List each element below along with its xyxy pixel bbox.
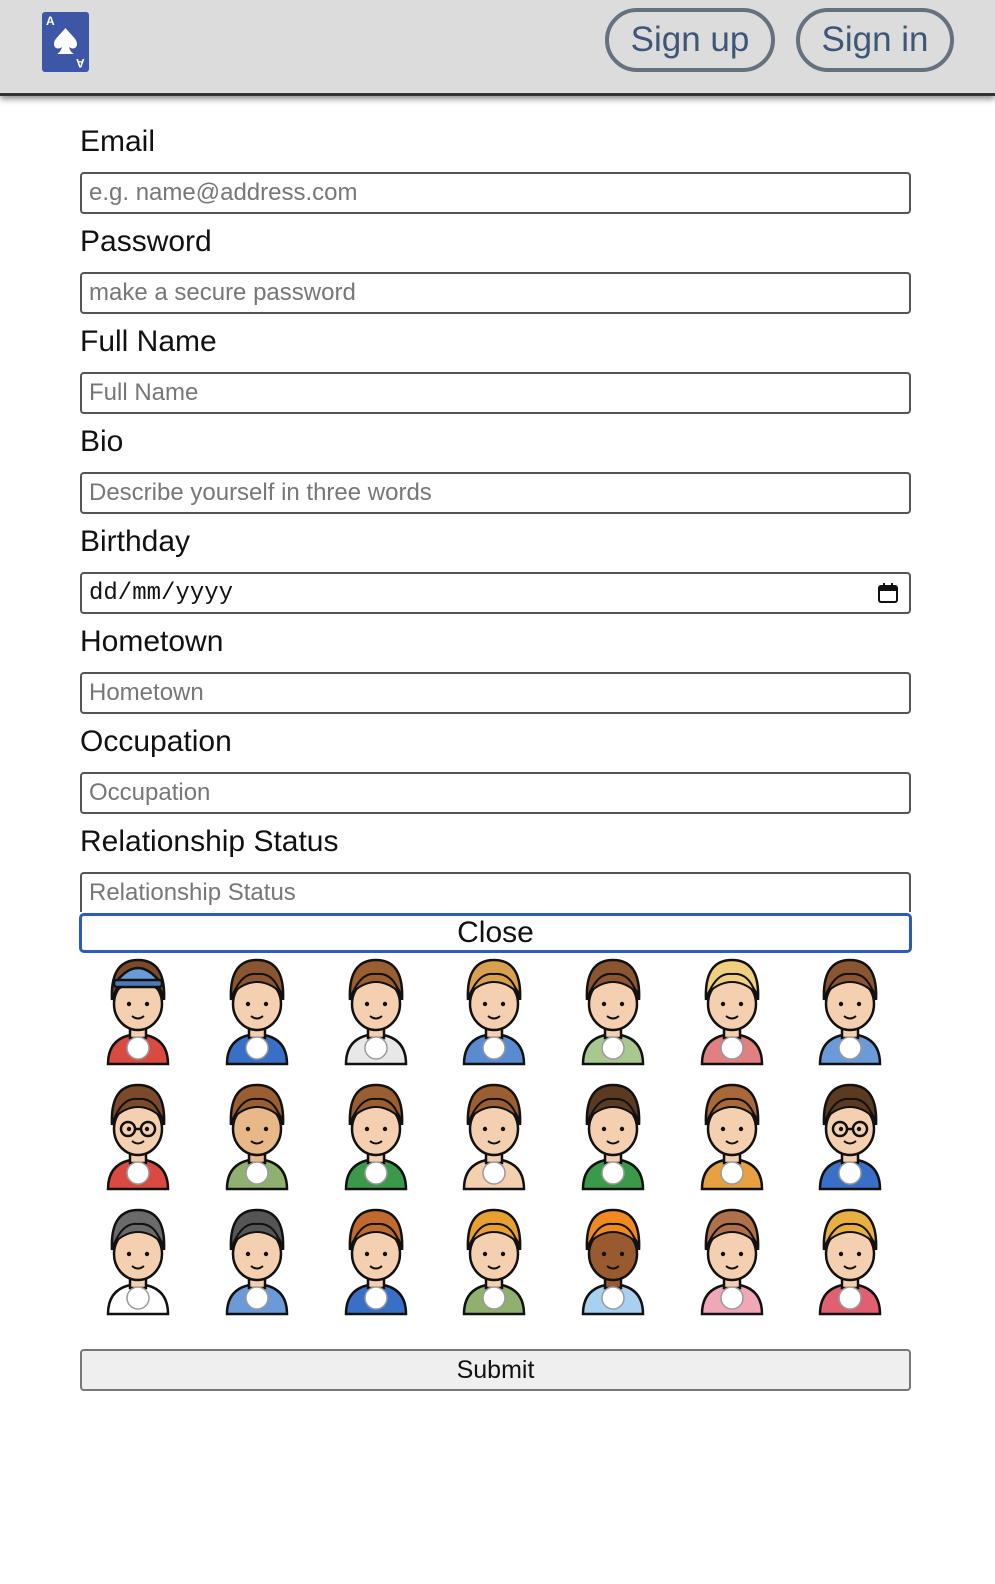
avatar-wavy-blonde-woman[interactable] — [800, 1202, 900, 1318]
avatar-cap-man[interactable] — [88, 952, 188, 1068]
side-part-woman-avatar-icon — [462, 1208, 526, 1316]
avatar-bald-beard-man[interactable] — [88, 1077, 188, 1193]
logo-corner-bottom: A — [76, 56, 85, 70]
ponytail-woman-avatar-icon — [106, 1208, 170, 1316]
dark-hair-woman-avatar-icon — [225, 1208, 289, 1316]
birthday-date-placeholder: dd/mm/yyyy — [89, 579, 234, 607]
avatar-bun-woman[interactable] — [444, 952, 544, 1068]
avatar-mustache-man[interactable] — [326, 1202, 426, 1318]
full-name-label: Full Name — [80, 325, 217, 358]
manbun-man-avatar-icon — [225, 1083, 289, 1191]
avatar-quiff-man[interactable] — [207, 952, 307, 1068]
quiff-man-avatar-icon — [225, 958, 289, 1066]
avatar-glasses-man[interactable] — [800, 1077, 900, 1193]
avatar-manbun-man[interactable] — [207, 1077, 307, 1193]
spade-icon — [54, 28, 77, 54]
occupation-field[interactable]: Occupation — [80, 772, 911, 814]
bun-woman-avatar-icon — [462, 958, 526, 1066]
glasses-man-avatar-icon — [818, 1083, 882, 1191]
avatar-afro-man[interactable] — [800, 952, 900, 1068]
avatar-ponytail-woman[interactable] — [88, 1202, 188, 1318]
sign-up-button[interactable]: Sign up — [605, 8, 775, 72]
occupation-label: Occupation — [80, 725, 232, 758]
relationship-status-label: Relationship Status — [80, 825, 339, 858]
relationship-status-field[interactable]: Relationship Status — [80, 872, 911, 912]
avatar-dark-hair-woman[interactable] — [207, 1202, 307, 1318]
birthday-label: Birthday — [80, 525, 191, 558]
birthday-date-field[interactable]: dd/mm/yyyy — [80, 572, 911, 614]
full-name-field[interactable]: Full Name — [80, 372, 911, 414]
sign-in-button[interactable]: Sign in — [796, 8, 954, 72]
blonde-woman-avatar-icon — [700, 958, 764, 1066]
submit-button[interactable]: Submit — [80, 1349, 911, 1391]
hometown-field[interactable]: Hometown — [80, 672, 911, 714]
bald-man-avatar-icon — [581, 1083, 645, 1191]
avatar-curly-man[interactable] — [326, 952, 426, 1068]
close-avatar-picker-button[interactable]: Close — [79, 913, 912, 953]
password-field[interactable]: make a secure password — [80, 272, 911, 314]
bio-field[interactable]: Describe yourself in three words — [80, 472, 911, 514]
cap-man-avatar-icon — [106, 958, 170, 1066]
avatar-bowl-man[interactable] — [326, 1077, 426, 1193]
wavy-blonde-woman-avatar-icon — [818, 1208, 882, 1316]
avatar-brunette-woman[interactable] — [682, 1202, 782, 1318]
curly-man-avatar-icon — [344, 958, 408, 1066]
afro-man-avatar-icon — [818, 958, 882, 1066]
avatar-redhead-woman[interactable] — [563, 1202, 663, 1318]
avatar-bald-man[interactable] — [563, 1077, 663, 1193]
password-label: Password — [80, 225, 212, 258]
avatar-side-part-woman[interactable] — [444, 1202, 544, 1318]
top-nav-bar: A A Sign up Sign in — [0, 0, 995, 96]
brunette-woman-avatar-icon — [700, 1208, 764, 1316]
avatar-clip-woman[interactable] — [563, 952, 663, 1068]
hometown-label: Hometown — [80, 625, 224, 658]
bowl-man-avatar-icon — [344, 1083, 408, 1191]
ace-of-spades-icon[interactable]: A A — [42, 12, 89, 72]
bald-beard-man-avatar-icon — [106, 1083, 170, 1191]
bio-label: Bio — [80, 425, 124, 458]
calendar-icon[interactable] — [877, 582, 899, 604]
avatar-blonde-woman[interactable] — [682, 952, 782, 1068]
avatar-long-hair-woman[interactable] — [682, 1077, 782, 1193]
clip-woman-avatar-icon — [581, 958, 645, 1066]
mustache-man-avatar-icon — [344, 1208, 408, 1316]
redhead-woman-avatar-icon — [581, 1208, 645, 1316]
long-hair-woman-avatar-icon — [700, 1083, 764, 1191]
email-field[interactable]: e.g. name@address.com — [80, 172, 911, 214]
avatar-wavy-man[interactable] — [444, 1077, 544, 1193]
wavy-man-avatar-icon — [462, 1083, 526, 1191]
email-label: Email — [80, 125, 156, 158]
